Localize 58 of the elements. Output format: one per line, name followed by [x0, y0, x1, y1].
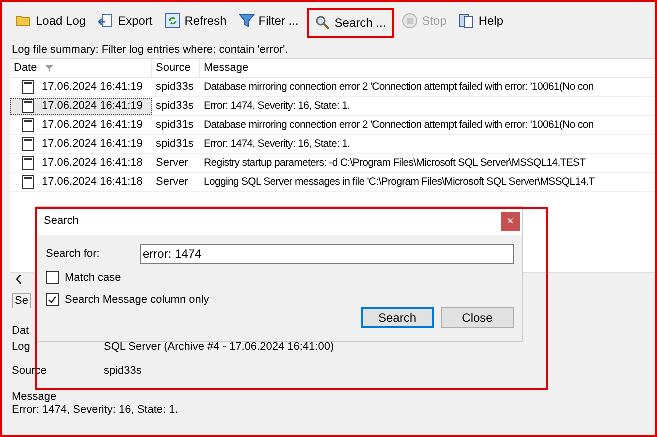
detail-label: Message: [12, 390, 57, 402]
column-header[interactable]: Message: [204, 62, 249, 74]
source-cell-text: spid31s: [155, 136, 195, 152]
toolbar-button[interactable]: Load Log: [12, 9, 90, 33]
date-cell: 17.06.2024 16:41:19: [42, 81, 143, 93]
detail-value: Error: 1474, Severity: 16, State: 1.: [12, 404, 178, 416]
toolbar-button[interactable]: Filter ...: [234, 9, 303, 33]
message-cell-text: Logging SQL Server messages in file 'C:\Program Files\Microsoft SQL Server\MSSQL14.T: [203, 174, 596, 190]
toolbar-button[interactable]: Refresh: [160, 9, 231, 33]
date-cell: 17.06.2024 16:41:19: [42, 138, 143, 150]
message-cell-text: Error: 1474, Severity: 16, State: 1.: [203, 136, 352, 152]
toolbar-button[interactable]: Export: [94, 9, 157, 33]
detail-label: Log: [12, 340, 32, 352]
details-header: Se: [12, 293, 32, 308]
toolbar-button[interactable]: Help: [454, 9, 508, 33]
log-entry-icon: [22, 118, 34, 132]
checkbox[interactable]: [46, 293, 59, 306]
detail-value: spid33s: [104, 364, 142, 376]
source-cell-text: spid31s: [155, 118, 195, 132]
checkbox-label: Search Message column only: [65, 294, 210, 306]
checkbox[interactable]: [46, 271, 59, 284]
source-cell-text: spid33s: [155, 80, 195, 94]
search-field[interactable]: error: 1474: [140, 244, 514, 264]
summary-text: Log file summary: Filter log entries where: contain 'error'.: [10, 42, 655, 59]
search-label: Search for:: [46, 248, 100, 260]
date-cell: 17.06.2024 16:41:19: [42, 100, 143, 112]
column-header[interactable]: Source: [156, 62, 191, 74]
document-arrow-icon: [98, 13, 114, 29]
message-cell-text: Database mirroring connection error 2 'Connection attempt failed with error: '10061(No con: [203, 118, 595, 132]
log-entry-icon: [22, 156, 34, 170]
filter-icon: [238, 13, 255, 29]
date-cell: 17.06.2024 16:41:19: [42, 119, 143, 131]
stop-icon: [402, 13, 418, 29]
log-entry-icon: [22, 175, 34, 189]
search-icon: [314, 15, 331, 31]
dialog-button[interactable]: Search: [361, 307, 434, 328]
source-cell-text: Server: [155, 156, 190, 170]
log-entry-icon: [22, 137, 34, 151]
message-cell-text: Database mirroring connection error 2 'Connection attempt failed with error: '10061(No con: [203, 80, 595, 94]
detail-label: Dat: [12, 324, 30, 336]
message-cell-text: Error: 1474, Severity: 16, State: 1.: [203, 98, 352, 114]
log-entry-icon: [22, 80, 34, 94]
date-cell: 17.06.2024 16:41:18: [42, 157, 143, 169]
dialog-title: Search: [44, 215, 79, 227]
date-cell: 17.06.2024 16:41:18: [42, 176, 143, 188]
log-entry-icon: [22, 99, 34, 113]
scroll-left-icon[interactable]: [16, 274, 22, 284]
refresh-icon: [164, 13, 181, 29]
filter-icon: [45, 64, 54, 72]
detail-value: SQL Server (Archive #4 - 17.06.2024 16:41:00): [104, 340, 334, 352]
source-cell-text: spid33s: [155, 98, 195, 114]
message-cell-text: Registry startup parameters: -d C:\Program Files\Microsoft SQL Server\MSSQL14.TEST: [203, 156, 587, 170]
dialog-button[interactable]: Close: [441, 307, 514, 328]
close-button[interactable]: ×: [501, 212, 520, 230]
column-header[interactable]: Date: [14, 62, 38, 74]
toolbar-button[interactable]: Search ...: [306, 8, 394, 38]
checkbox-label: Match case: [65, 272, 122, 284]
source-cell-text: Server: [155, 174, 190, 190]
